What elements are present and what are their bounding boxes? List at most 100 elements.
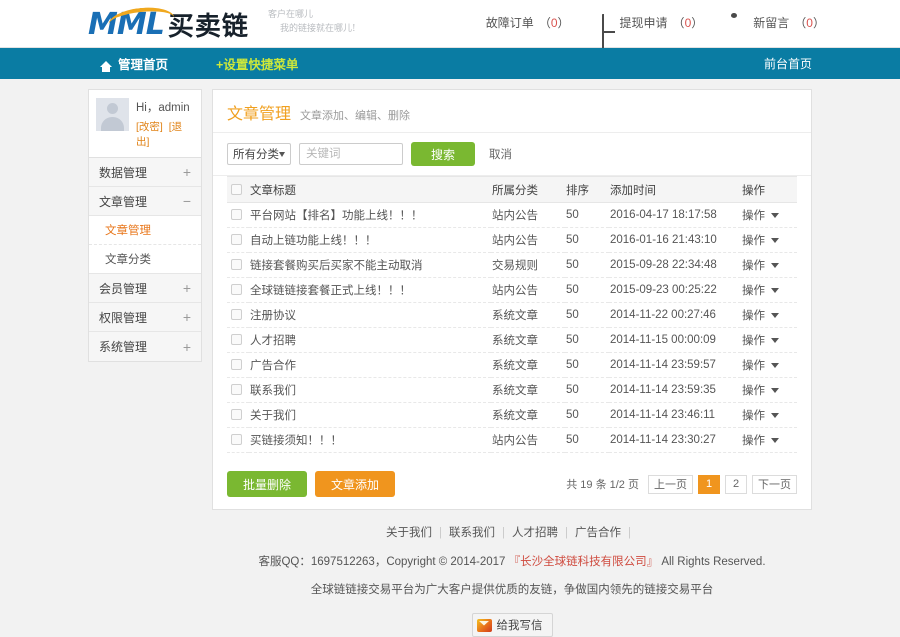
sidebar-item-member-management[interactable]: 会员管理 + [89,274,201,303]
footer-link-ads[interactable]: 广告合作 [575,527,621,539]
sidebar-item-article-management[interactable]: 文章管理 − [89,187,201,216]
row-operation-menu[interactable]: 操作 [742,307,796,323]
select-all-header [227,177,249,203]
logo[interactable]: MML 买卖链 [88,6,249,43]
header-operation: 操作 [741,177,797,203]
row-select-cell [227,303,249,328]
row-checkbox[interactable] [231,384,242,395]
row-checkbox[interactable] [231,234,242,245]
table-body: 平台网站【排名】功能上线！！！站内公告502016-04-17 18:17:58… [227,203,797,453]
change-password-link[interactable]: [改密] [136,121,163,133]
tagline-line1: 客户在哪儿 [268,8,356,22]
sidebar-item-permission-management[interactable]: 权限管理 + [89,303,201,332]
page-button-2[interactable]: 2 [725,475,747,494]
cell-time: 2016-04-17 18:17:58 [609,203,741,228]
panel-header: 文章管理 文章添加、编辑、删除 [213,90,811,133]
header-links: 故障订单 （0） 提现申请 （0） 新留言 （0） [468,14,825,31]
header-link-label: 故障订单 [486,14,534,31]
cancel-link[interactable]: 取消 [489,146,512,162]
avatar [96,98,129,131]
cell-sort: 50 [565,303,609,328]
chevron-down-icon [771,338,779,343]
cell-category: 系统文章 [491,378,565,403]
table-wrap: 文章标题 所属分类 排序 添加时间 操作 平台网站【排名】功能上线！！！站内公告… [213,176,811,463]
copyright-post: All Rights Reserved. [661,556,765,568]
batch-delete-button[interactable]: 批量删除 [227,471,307,497]
page-info: 共 19 条 1/2 页 [566,476,639,492]
table-header-row: 文章标题 所属分类 排序 添加时间 操作 [227,177,797,203]
sidebar-item-label: 系统管理 [99,338,147,355]
chevron-down-icon [771,363,779,368]
site-header: MML 买卖链 客户在哪儿 我的链接就在哪儿! 故障订单 （0） 提现申请 （0… [0,0,900,48]
sidebar-menu: 数据管理 + 文章管理 − 文章管理 文章分类 会员管理 + 权限管理 + 系统… [88,158,202,362]
row-operation-menu[interactable]: 操作 [742,207,796,223]
cell-title: 全球链链接套餐正式上线！！！ [249,278,491,303]
sidebar-item-data-management[interactable]: 数据管理 + [89,158,201,187]
row-checkbox[interactable] [231,309,242,320]
row-operation-menu[interactable]: 操作 [742,382,796,398]
row-checkbox[interactable] [231,359,242,370]
header-link-messages[interactable]: 新留言 （0） [735,14,825,31]
footer-link-jobs[interactable]: 人才招聘 [512,527,558,539]
header-time: 添加时间 [609,177,741,203]
nav-item-quick-menu[interactable]: +设置快捷菜单 [216,54,298,73]
select-all-checkbox[interactable] [231,184,242,195]
write-to-us-badge[interactable]: 给我写信 [472,613,553,637]
operation-label: 操作 [742,432,765,448]
table-row: 买链接须知！！！站内公告502014-11-14 23:30:27操作 [227,428,797,453]
cell-operation: 操作 [741,378,797,403]
header-link-withdraw[interactable]: 提现申请 （0） [602,14,704,31]
next-page-button[interactable]: 下一页 [752,475,797,494]
header-sort: 排序 [565,177,609,203]
sidebar-item-system-management[interactable]: 系统管理 + [89,332,201,361]
page-button-1[interactable]: 1 [698,475,720,494]
sidebar-subitem-article-category[interactable]: 文章分类 [89,245,201,274]
row-operation-menu[interactable]: 操作 [742,232,796,248]
header-link-label: 提现申请 [620,14,668,31]
keyword-input[interactable] [299,143,403,165]
row-operation-menu[interactable]: 操作 [742,257,796,273]
footer-link-contact[interactable]: 联系我们 [449,527,495,539]
cell-category: 系统文章 [491,303,565,328]
row-operation-menu[interactable]: 操作 [742,332,796,348]
nav-item-front-page[interactable]: 前台首页 [764,55,812,72]
cell-sort: 50 [565,278,609,303]
row-operation-menu[interactable]: 操作 [742,407,796,423]
row-select-cell [227,203,249,228]
row-operation-menu[interactable]: 操作 [742,432,796,448]
row-checkbox[interactable] [231,284,242,295]
row-checkbox[interactable] [231,259,242,270]
cell-sort: 50 [565,403,609,428]
cell-time: 2015-09-28 22:34:48 [609,253,741,278]
sidebar-subitem-article-manage[interactable]: 文章管理 [89,216,201,245]
add-article-button[interactable]: 文章添加 [315,471,395,497]
cell-operation: 操作 [741,203,797,228]
row-checkbox[interactable] [231,334,242,345]
cell-operation: 操作 [741,328,797,353]
cell-operation: 操作 [741,253,797,278]
search-button[interactable]: 搜索 [411,142,475,166]
cell-title: 买链接须知！！！ [249,428,491,453]
cell-sort: 50 [565,428,609,453]
cell-time: 2014-11-22 00:27:46 [609,303,741,328]
header-link-fault-orders[interactable]: 故障订单 （0） [468,14,570,31]
operation-label: 操作 [742,232,765,248]
expand-icon: + [183,281,191,295]
table-row: 人才招聘系统文章502014-11-15 00:00:09操作 [227,328,797,353]
nav-item-home[interactable]: 管理首页 [100,54,168,73]
operation-label: 操作 [742,307,765,323]
page-body: Hi，admin [改密] [退出] 数据管理 + 文章管理 − 文章管理 文章… [0,79,900,637]
cell-operation: 操作 [741,428,797,453]
row-checkbox[interactable] [231,434,242,445]
row-checkbox[interactable] [231,409,242,420]
row-operation-menu[interactable]: 操作 [742,357,796,373]
expand-icon: + [183,340,191,354]
prev-page-button[interactable]: 上一页 [648,475,693,494]
table-row: 注册协议系统文章502014-11-22 00:27:46操作 [227,303,797,328]
category-select[interactable]: 所有分类 [227,143,291,165]
pagination: 共 19 条 1/2 页 上一页 1 2 下一页 [566,475,797,494]
cell-sort: 50 [565,228,609,253]
row-checkbox[interactable] [231,209,242,220]
row-operation-menu[interactable]: 操作 [742,282,796,298]
footer-link-about[interactable]: 关于我们 [386,527,432,539]
